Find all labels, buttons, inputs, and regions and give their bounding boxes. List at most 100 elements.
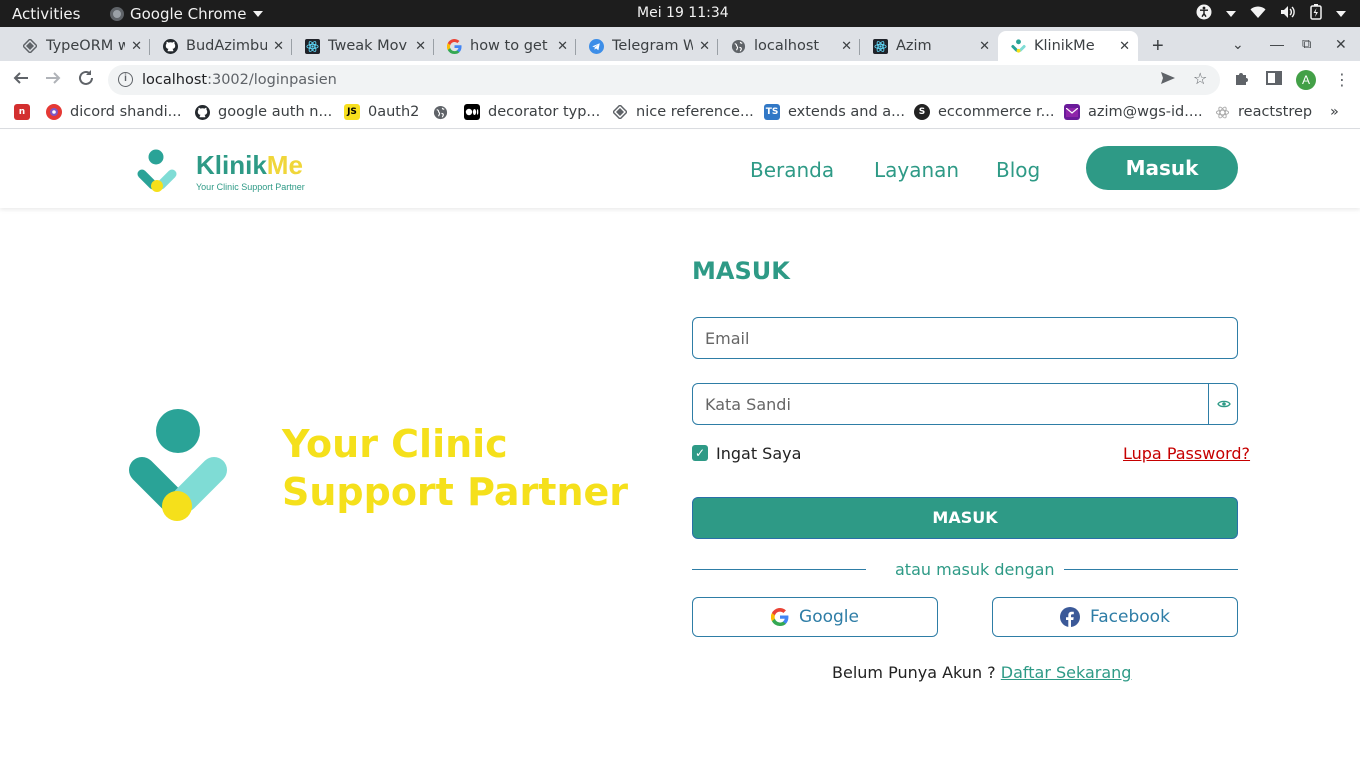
close-icon[interactable]: ✕ bbox=[273, 39, 284, 54]
close-icon[interactable]: ✕ bbox=[979, 39, 990, 54]
tab-azim[interactable]: Azim ✕ bbox=[852, 31, 998, 61]
activities-button[interactable]: Activities bbox=[12, 5, 80, 23]
hero-line: Your Clinic bbox=[282, 422, 508, 466]
tab-label: Azim bbox=[896, 38, 932, 54]
nav-link-beranda[interactable]: Beranda bbox=[750, 158, 834, 182]
close-icon[interactable]: ✕ bbox=[1119, 39, 1130, 54]
close-icon[interactable]: ✕ bbox=[131, 39, 142, 54]
url-text[interactable]: localhost:3002/loginpasien bbox=[142, 72, 337, 88]
tab-label: Telegram W bbox=[612, 38, 694, 54]
bookmark-label: nice reference... bbox=[636, 104, 754, 120]
bookmark-label: reactstrep bbox=[1238, 104, 1313, 120]
remember-label[interactable]: Ingat Saya bbox=[716, 444, 801, 463]
new-tab-icon[interactable]: + bbox=[1152, 35, 1164, 58]
google-login-button[interactable]: Google bbox=[692, 597, 938, 637]
site-info-icon[interactable]: i bbox=[118, 72, 133, 87]
nav-link-blog[interactable]: Blog bbox=[996, 158, 1040, 182]
email-field[interactable] bbox=[692, 317, 1238, 359]
bookmark-item[interactable]: google auth n... bbox=[194, 104, 332, 120]
divider-text: atau masuk dengan bbox=[895, 560, 1055, 579]
tab-tweak-mov[interactable]: Tweak Mov ✕ bbox=[284, 31, 434, 61]
ts-icon: TS bbox=[764, 104, 780, 120]
forward-icon[interactable] bbox=[44, 69, 62, 92]
remember-checkbox[interactable]: ✓ bbox=[692, 445, 708, 461]
toggle-password-button[interactable] bbox=[1208, 383, 1238, 425]
bookmark-red-icon: n bbox=[14, 104, 30, 120]
bookmark-label: decorator typ... bbox=[488, 104, 601, 120]
more-bookmarks-icon[interactable]: » bbox=[1330, 104, 1339, 120]
close-icon[interactable]: ✕ bbox=[557, 39, 568, 54]
brand-name: KlinikMe bbox=[196, 150, 303, 181]
send-icon[interactable] bbox=[1160, 70, 1176, 91]
address-bar[interactable]: i localhost:3002/loginpasien ☆ bbox=[108, 65, 1220, 95]
web-page: KlinikMe Your Clinic Support Partner Ber… bbox=[0, 130, 1360, 768]
close-icon[interactable]: ✕ bbox=[841, 39, 852, 54]
nav-link-layanan[interactable]: Layanan bbox=[874, 158, 959, 182]
clock[interactable]: Mei 19 11:34 bbox=[637, 5, 729, 21]
bookmark-label: dicord shandi... bbox=[70, 104, 182, 120]
mail-icon bbox=[1064, 104, 1080, 120]
extensions-icon[interactable] bbox=[1234, 70, 1250, 91]
react-icon bbox=[1214, 104, 1230, 120]
signup-text: Belum Punya Akun ? bbox=[832, 663, 996, 682]
hero-line: Support Partner bbox=[282, 470, 629, 514]
nav-login-button[interactable]: Masuk bbox=[1086, 146, 1238, 190]
facebook-login-button[interactable]: Facebook bbox=[992, 597, 1238, 637]
typeorm-icon bbox=[22, 38, 38, 54]
forgot-password-link[interactable]: Lupa Password? bbox=[1123, 444, 1250, 463]
bookmark-label: google auth n... bbox=[218, 104, 333, 120]
signup-prompt: Belum Punya Akun ? Daftar Sekarang bbox=[832, 663, 1131, 682]
bookmark-star-icon[interactable]: ☆ bbox=[1193, 69, 1207, 89]
github-icon bbox=[194, 104, 210, 120]
bookmark-item[interactable] bbox=[432, 104, 456, 120]
battery-icon bbox=[1310, 4, 1322, 24]
hero-headline: Your Clinic Support Partner bbox=[282, 420, 628, 516]
close-icon[interactable]: ✕ bbox=[415, 39, 426, 54]
tab-label: how to get bbox=[470, 38, 548, 54]
menu-kebab-icon[interactable]: ⋮ bbox=[1334, 70, 1350, 90]
login-submit-button[interactable]: MASUK bbox=[692, 497, 1238, 539]
bookmark-item[interactable]: n bbox=[14, 104, 38, 120]
close-icon[interactable]: ✕ bbox=[699, 39, 710, 54]
bookmark-item[interactable]: dicord shandi... bbox=[46, 104, 181, 120]
minimize-icon[interactable]: — bbox=[1270, 36, 1284, 52]
bookmark-item[interactable]: reactstrep bbox=[1214, 104, 1312, 120]
app-menu[interactable]: Google Chrome bbox=[110, 5, 263, 23]
google-icon bbox=[446, 38, 462, 54]
telegram-icon bbox=[588, 38, 604, 54]
close-window-icon[interactable]: ✕ bbox=[1335, 36, 1347, 53]
bookmark-label: 0auth2 bbox=[368, 104, 420, 120]
bookmark-item[interactable]: nice reference... bbox=[612, 104, 754, 120]
tab-label: Tweak Mov bbox=[328, 38, 408, 54]
reload-icon[interactable] bbox=[77, 69, 95, 92]
tab-label: BudAzimbu bbox=[186, 38, 268, 54]
tab-telegram[interactable]: Telegram W ✕ bbox=[568, 31, 718, 61]
tab-klinikme[interactable]: KlinikMe ✕ bbox=[998, 31, 1138, 61]
bookmark-item[interactable]: azim@wgs-id.... bbox=[1064, 104, 1203, 120]
bookmark-item[interactable]: JS 0auth2 bbox=[344, 104, 419, 120]
tab-label: KlinikMe bbox=[1034, 38, 1095, 54]
brand-name-accent: Me bbox=[266, 150, 303, 180]
bookmark-item[interactable]: TS extends and a... bbox=[764, 104, 905, 120]
profile-avatar[interactable]: A bbox=[1296, 70, 1316, 90]
password-field[interactable] bbox=[692, 383, 1238, 425]
tab-how-to-get[interactable]: how to get ✕ bbox=[426, 31, 576, 61]
tab-label: localhost bbox=[754, 38, 820, 54]
back-icon[interactable] bbox=[12, 69, 30, 92]
tab-budazimbu[interactable]: BudAzimbu ✕ bbox=[142, 31, 292, 61]
bookmark-item[interactable]: decorator typ... bbox=[464, 104, 600, 120]
side-panel-icon[interactable] bbox=[1266, 70, 1282, 91]
brand-logo[interactable]: KlinikMe Your Clinic Support Partner bbox=[136, 148, 305, 194]
tab-localhost[interactable]: localhost ✕ bbox=[710, 31, 860, 61]
tab-search-icon[interactable]: ⌄ bbox=[1232, 36, 1244, 53]
os-top-bar: Activities Google Chrome Mei 19 11:34 bbox=[0, 0, 1360, 27]
signup-link[interactable]: Daftar Sekarang bbox=[1001, 663, 1132, 682]
system-tray[interactable] bbox=[1196, 4, 1346, 24]
google-icon bbox=[771, 608, 789, 626]
brand-tagline: Your Clinic Support Partner bbox=[196, 182, 305, 192]
klinikme-icon bbox=[1010, 38, 1026, 54]
bookmark-item[interactable]: S eccommerce r... bbox=[914, 104, 1055, 120]
tab-typeorm[interactable]: TypeORM w ✕ bbox=[2, 31, 150, 61]
restore-icon[interactable]: ⧉ bbox=[1302, 36, 1311, 52]
accessibility-icon[interactable] bbox=[1196, 4, 1212, 24]
